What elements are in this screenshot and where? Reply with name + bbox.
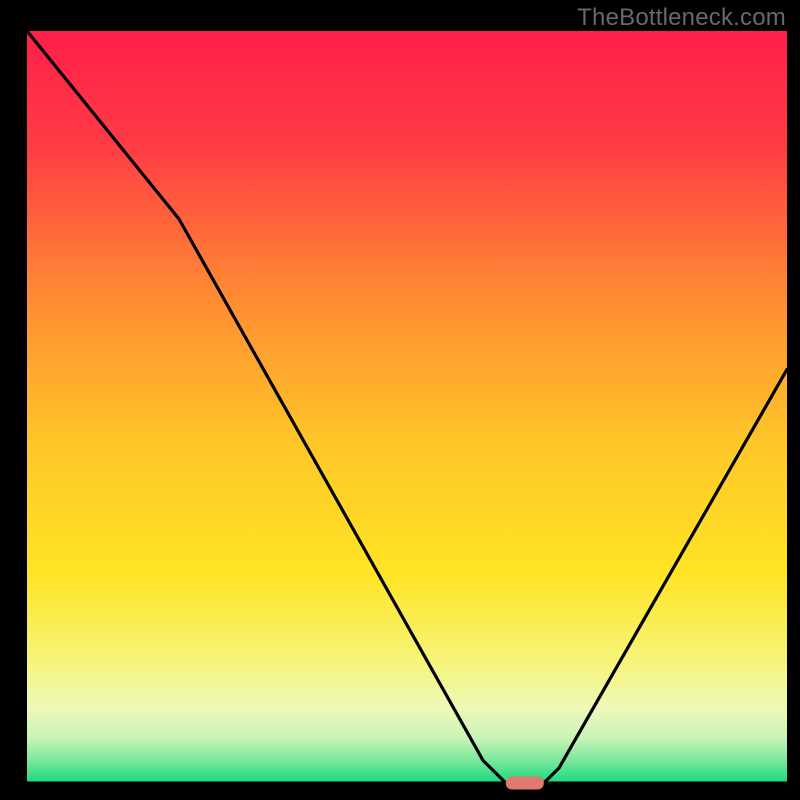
chart-frame: TheBottleneck.com bbox=[0, 0, 800, 800]
plot-background bbox=[27, 31, 787, 783]
bottleneck-chart bbox=[0, 0, 800, 800]
optimal-marker bbox=[506, 777, 544, 790]
